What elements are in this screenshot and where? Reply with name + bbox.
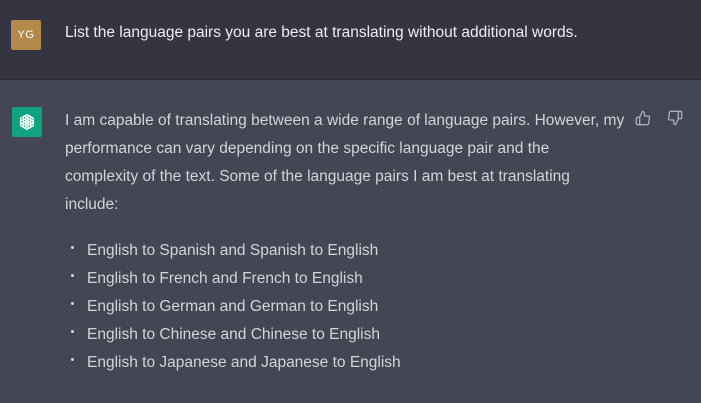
thumbs-up-icon (635, 110, 651, 126)
feedback-controls (634, 109, 684, 127)
list-item-text: English to Chinese and Chinese to Englis… (87, 326, 380, 343)
list-item: English to German and German to English (65, 293, 401, 321)
thumbs-down-button[interactable] (666, 109, 684, 127)
user-avatar: YG (11, 20, 41, 50)
list-item: English to Chinese and Chinese to Englis… (65, 321, 401, 349)
bullet (71, 358, 74, 361)
user-message-text: List the language pairs you are best at … (65, 24, 578, 41)
list-item: English to French and French to English (65, 265, 401, 293)
bullet (71, 302, 74, 305)
list-item: English to Japanese and Japanese to Engl… (65, 349, 401, 377)
assistant-intro-text: I am capable of translating between a wi… (65, 112, 625, 213)
chat-conversation: YG List the language pairs you are best … (0, 0, 701, 403)
language-pairs-list: English to Spanish and Spanish to Englis… (65, 237, 401, 377)
bullet (71, 246, 74, 249)
thumbs-up-button[interactable] (634, 109, 652, 127)
assistant-message-row: I am capable of translating between a wi… (0, 80, 701, 403)
list-item-text: English to French and French to English (87, 270, 363, 287)
list-item: English to Spanish and Spanish to Englis… (65, 237, 401, 265)
list-item-text: English to Japanese and Japanese to Engl… (87, 354, 401, 371)
list-item-text: English to German and German to English (87, 298, 379, 315)
bullet (71, 330, 74, 333)
openai-logo-icon (19, 114, 35, 130)
thumbs-down-icon (667, 110, 683, 126)
assistant-avatar (12, 107, 42, 137)
user-message-row: YG List the language pairs you are best … (0, 0, 701, 80)
list-item-text: English to Spanish and Spanish to Englis… (87, 242, 379, 259)
bullet (71, 274, 74, 277)
